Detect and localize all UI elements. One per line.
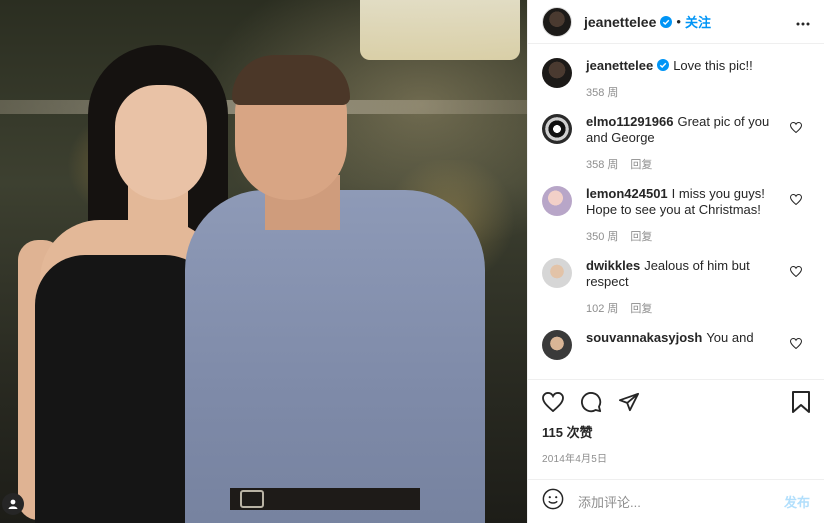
post-actions: 115 次赞 2014年4月5日 xyxy=(528,379,824,465)
comment-item: dwikkles Jealous of him but respect 102 周… xyxy=(542,258,810,316)
heart-icon[interactable] xyxy=(789,192,803,210)
reply-button[interactable]: 回复 xyxy=(630,303,652,315)
heart-icon[interactable] xyxy=(789,264,803,282)
separator-dot: • xyxy=(676,14,681,29)
comment-item: souvannakasyjosh You and xyxy=(542,330,810,360)
post-date: 2014年4月5日 xyxy=(542,454,608,465)
comment-username[interactable]: dwikkles xyxy=(586,258,640,273)
comment-username[interactable]: lemon424501 xyxy=(586,186,668,201)
comment-username[interactable]: elmo11291966 xyxy=(586,114,673,129)
caption: jeanettelee Love this pic!! 358 周 xyxy=(542,58,810,100)
verified-badge-icon xyxy=(657,59,670,71)
comment-time: 350 周 xyxy=(586,231,619,243)
caption-text: Love this pic!! xyxy=(673,58,753,73)
caption-avatar[interactable] xyxy=(542,58,572,88)
author-avatar[interactable] xyxy=(542,6,572,37)
post-side-panel: jeanettelee • 关注 jeanettelee Love this pi… xyxy=(527,0,824,523)
woman-face xyxy=(115,85,207,200)
caption-username[interactable]: jeanettelee xyxy=(586,58,653,73)
post-comment-button[interactable]: 发布 xyxy=(784,492,810,511)
comment-avatar[interactable] xyxy=(542,258,572,288)
comment-avatar[interactable] xyxy=(542,186,572,216)
comment-item: elmo11291966 Great pic of you and George … xyxy=(542,114,810,172)
comment-avatar[interactable] xyxy=(542,114,572,144)
heart-icon[interactable] xyxy=(789,120,803,138)
post-header: jeanettelee • 关注 xyxy=(528,0,824,44)
heart-icon[interactable] xyxy=(542,392,564,412)
heart-icon[interactable] xyxy=(789,336,803,354)
reply-button[interactable]: 回复 xyxy=(630,159,652,171)
comment-item: lemon424501 I miss you guys! Hope to see … xyxy=(542,186,810,244)
caption-time: 358 周 xyxy=(586,87,619,99)
add-comment-bar: 添加评论... 发布 xyxy=(528,479,824,523)
follow-button[interactable]: 关注 xyxy=(685,12,711,31)
comment-input[interactable]: 添加评论... xyxy=(578,492,641,511)
post-photo[interactable] xyxy=(0,0,527,523)
lamp-shade xyxy=(360,0,520,60)
author-username[interactable]: jeanettelee xyxy=(584,14,656,30)
reply-button[interactable]: 回复 xyxy=(630,231,652,243)
save-icon[interactable] xyxy=(792,391,810,413)
comment-time: 102 周 xyxy=(586,303,619,315)
comments-list[interactable]: jeanettelee Love this pic!! 358 周 elmo112… xyxy=(528,44,824,379)
share-icon[interactable] xyxy=(618,392,640,412)
man-shirt xyxy=(185,190,485,523)
comment-username[interactable]: souvannakasyjosh xyxy=(586,330,702,345)
verified-badge-icon xyxy=(660,15,673,28)
comment-avatar[interactable] xyxy=(542,330,572,360)
like-count[interactable]: 115 次赞 xyxy=(542,422,810,441)
user-tag-icon[interactable] xyxy=(2,493,24,515)
comment-icon[interactable] xyxy=(580,391,602,413)
emoji-icon[interactable] xyxy=(542,488,564,515)
post-viewer: jeanettelee • 关注 jeanettelee Love this pi… xyxy=(0,0,824,523)
comment-time: 358 周 xyxy=(586,159,619,171)
comment-text: You and xyxy=(706,330,754,345)
more-icon[interactable] xyxy=(796,13,810,31)
